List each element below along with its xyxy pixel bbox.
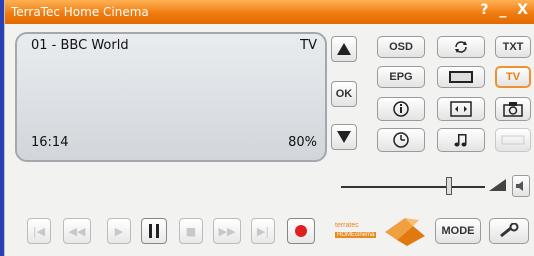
txt-button[interactable]: TXT	[495, 36, 531, 58]
play-button[interactable]: ▶	[107, 218, 131, 244]
fast-forward-icon: ▶▶	[218, 224, 236, 238]
logo-text-line2: HOMEcinema	[335, 232, 377, 238]
skip-start-button[interactable]: |◀	[27, 218, 51, 244]
channel-name: 01 - BBC World	[31, 38, 129, 53]
fullscreen-button[interactable]	[437, 66, 485, 88]
music-button[interactable]	[437, 128, 485, 152]
snapshot-button[interactable]	[495, 97, 531, 121]
record-icon	[295, 225, 307, 237]
epg-button[interactable]: EPG	[377, 66, 425, 88]
skip-end-button[interactable]: ▶|	[251, 218, 275, 244]
pause-button[interactable]	[141, 218, 167, 244]
refresh-icon	[455, 41, 467, 53]
volume-ramp-icon	[489, 179, 506, 191]
mute-button[interactable]	[512, 175, 530, 197]
arrow-down-icon	[337, 131, 351, 143]
down-button[interactable]	[331, 124, 357, 150]
rewind-button[interactable]: ◀◀	[63, 218, 91, 244]
minimize-button[interactable]: _	[499, 2, 506, 18]
bar-icon	[501, 135, 525, 145]
disabled-button[interactable]	[495, 128, 531, 152]
music-note-icon	[454, 134, 467, 147]
ok-button[interactable]: OK	[331, 81, 357, 107]
close-button[interactable]: X	[517, 2, 528, 18]
skip-start-icon: |◀	[32, 224, 46, 238]
volume-thumb[interactable]	[446, 177, 452, 195]
timer-button[interactable]	[377, 128, 425, 152]
speaker-icon	[516, 181, 523, 191]
pause-icon	[149, 224, 159, 238]
logo-text-line1: terratec	[335, 222, 359, 229]
osd-button[interactable]: OSD	[377, 36, 425, 58]
stop-icon: ■	[185, 224, 197, 238]
info-icon	[393, 101, 409, 117]
terratec-logo: terratec HOMEcinema	[329, 214, 429, 248]
mode-button[interactable]: MODE	[435, 218, 481, 244]
window-title: TerraTec Home Cinema	[11, 5, 149, 19]
settings-button[interactable]	[489, 218, 529, 244]
rewind-icon: ◀◀	[68, 224, 86, 238]
info-button[interactable]	[377, 97, 425, 121]
volume-level: 80%	[288, 135, 317, 150]
help-button[interactable]: ?	[480, 2, 488, 18]
player-window: TerraTec Home Cinema ? _ X 01 - BBC Worl…	[4, 0, 534, 256]
arrow-up-icon	[337, 43, 351, 55]
tv-button[interactable]: TV	[495, 66, 531, 88]
camera-icon	[503, 102, 523, 117]
clock-icon	[393, 132, 409, 148]
refresh-button[interactable]	[437, 36, 485, 58]
play-icon: ▶	[114, 224, 124, 238]
aspect-ratio-icon	[450, 101, 472, 117]
aspect-button[interactable]	[437, 97, 485, 121]
wrench-icon	[500, 223, 519, 238]
fast-forward-button[interactable]: ▶▶	[213, 218, 241, 244]
up-button[interactable]	[331, 36, 357, 62]
clock-time: 16:14	[31, 135, 69, 150]
record-button[interactable]	[287, 218, 315, 244]
display-mode: TV	[300, 38, 317, 53]
title-bar[interactable]: TerraTec Home Cinema ? _ X	[5, 0, 534, 24]
window-controls: ? _ X	[474, 2, 528, 18]
skip-end-icon: ▶|	[256, 224, 270, 238]
logo-graphic-icon	[385, 218, 425, 246]
stop-button[interactable]: ■	[179, 218, 203, 244]
screen-icon	[449, 71, 473, 83]
volume-track[interactable]	[341, 186, 485, 188]
video-display[interactable]: 01 - BBC World TV 16:14 80%	[15, 32, 327, 162]
